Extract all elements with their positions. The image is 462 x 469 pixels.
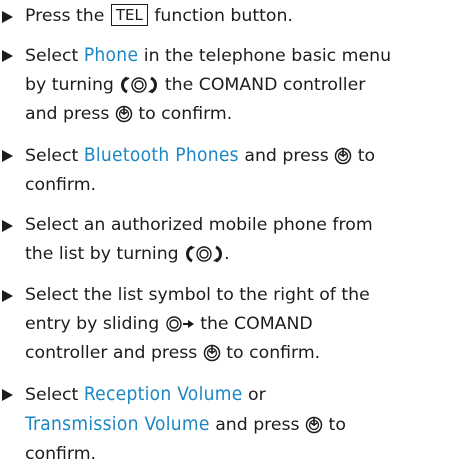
step-text: Select the list symbol to the right of t…: [25, 285, 370, 305]
step-press-tel: Press the TEL function button.: [0, 2, 462, 31]
slide-right-controller-icon: [165, 315, 195, 333]
step-text: confirm.: [25, 175, 97, 195]
press-controller-icon: [115, 105, 133, 123]
step-text: confirm.: [25, 444, 97, 464]
press-controller-icon: [203, 344, 221, 362]
rotate-controller-icon: [184, 245, 224, 263]
step-text: Select an authorized mobile phone from: [25, 215, 373, 235]
display-text-reception-volume: Reception Volume: [83, 383, 243, 405]
step-text: to: [357, 146, 376, 166]
step-text: and press: [25, 104, 110, 124]
step-select-bluetooth-phones: Select Bluetooth Phones and press to con…: [0, 141, 462, 200]
step-text: to confirm.: [226, 343, 321, 363]
step-text: to: [328, 415, 346, 435]
bullet-triangle-icon: [2, 150, 13, 162]
step-select-phone: Select Phone in the telephone basic menu…: [0, 41, 462, 129]
bullet-triangle-icon: [2, 389, 13, 401]
step-text: Press the: [25, 6, 105, 26]
bullet-triangle-icon: [2, 290, 13, 302]
step-select-mobile-phone: Select an authorized mobile phone from t…: [0, 211, 462, 269]
step-text: and press: [244, 146, 329, 166]
step-text: by turning: [25, 75, 114, 95]
press-controller-icon: [334, 147, 352, 165]
step-text: controller and press: [25, 343, 198, 363]
step-text: to confirm.: [138, 104, 233, 124]
step-text: function button.: [154, 6, 293, 26]
display-text-transmission-volume: Transmission Volume: [25, 413, 210, 435]
tel-key-symbol: TEL: [110, 4, 148, 26]
step-text: in the telephone basic menu: [143, 46, 392, 66]
period: .: [224, 244, 230, 264]
display-text-bluetooth-phones: Bluetooth Phones: [83, 144, 239, 166]
step-text: Select: [25, 146, 79, 166]
step-text: the COMAND controller: [164, 75, 366, 95]
bullet-triangle-icon: [2, 11, 13, 23]
step-select-volume: Select Reception Volume or Transmission …: [0, 380, 462, 469]
press-controller-icon: [305, 416, 323, 434]
display-text-phone: Phone: [83, 44, 139, 66]
step-text: or: [248, 385, 266, 405]
bullet-triangle-icon: [2, 50, 13, 62]
step-text: Select: [25, 46, 79, 66]
step-select-list-symbol: Select the list symbol to the right of t…: [0, 281, 462, 368]
step-text: entry by sliding: [25, 314, 160, 334]
rotate-controller-icon: [119, 76, 159, 94]
step-text: and press: [215, 415, 300, 435]
step-text: the list by turning: [25, 244, 179, 264]
step-text: the COMAND: [200, 314, 313, 334]
step-text: Select: [25, 385, 79, 405]
instruction-steps: Press the TEL function button. Select Ph…: [0, 2, 462, 469]
bullet-triangle-icon: [2, 220, 13, 232]
